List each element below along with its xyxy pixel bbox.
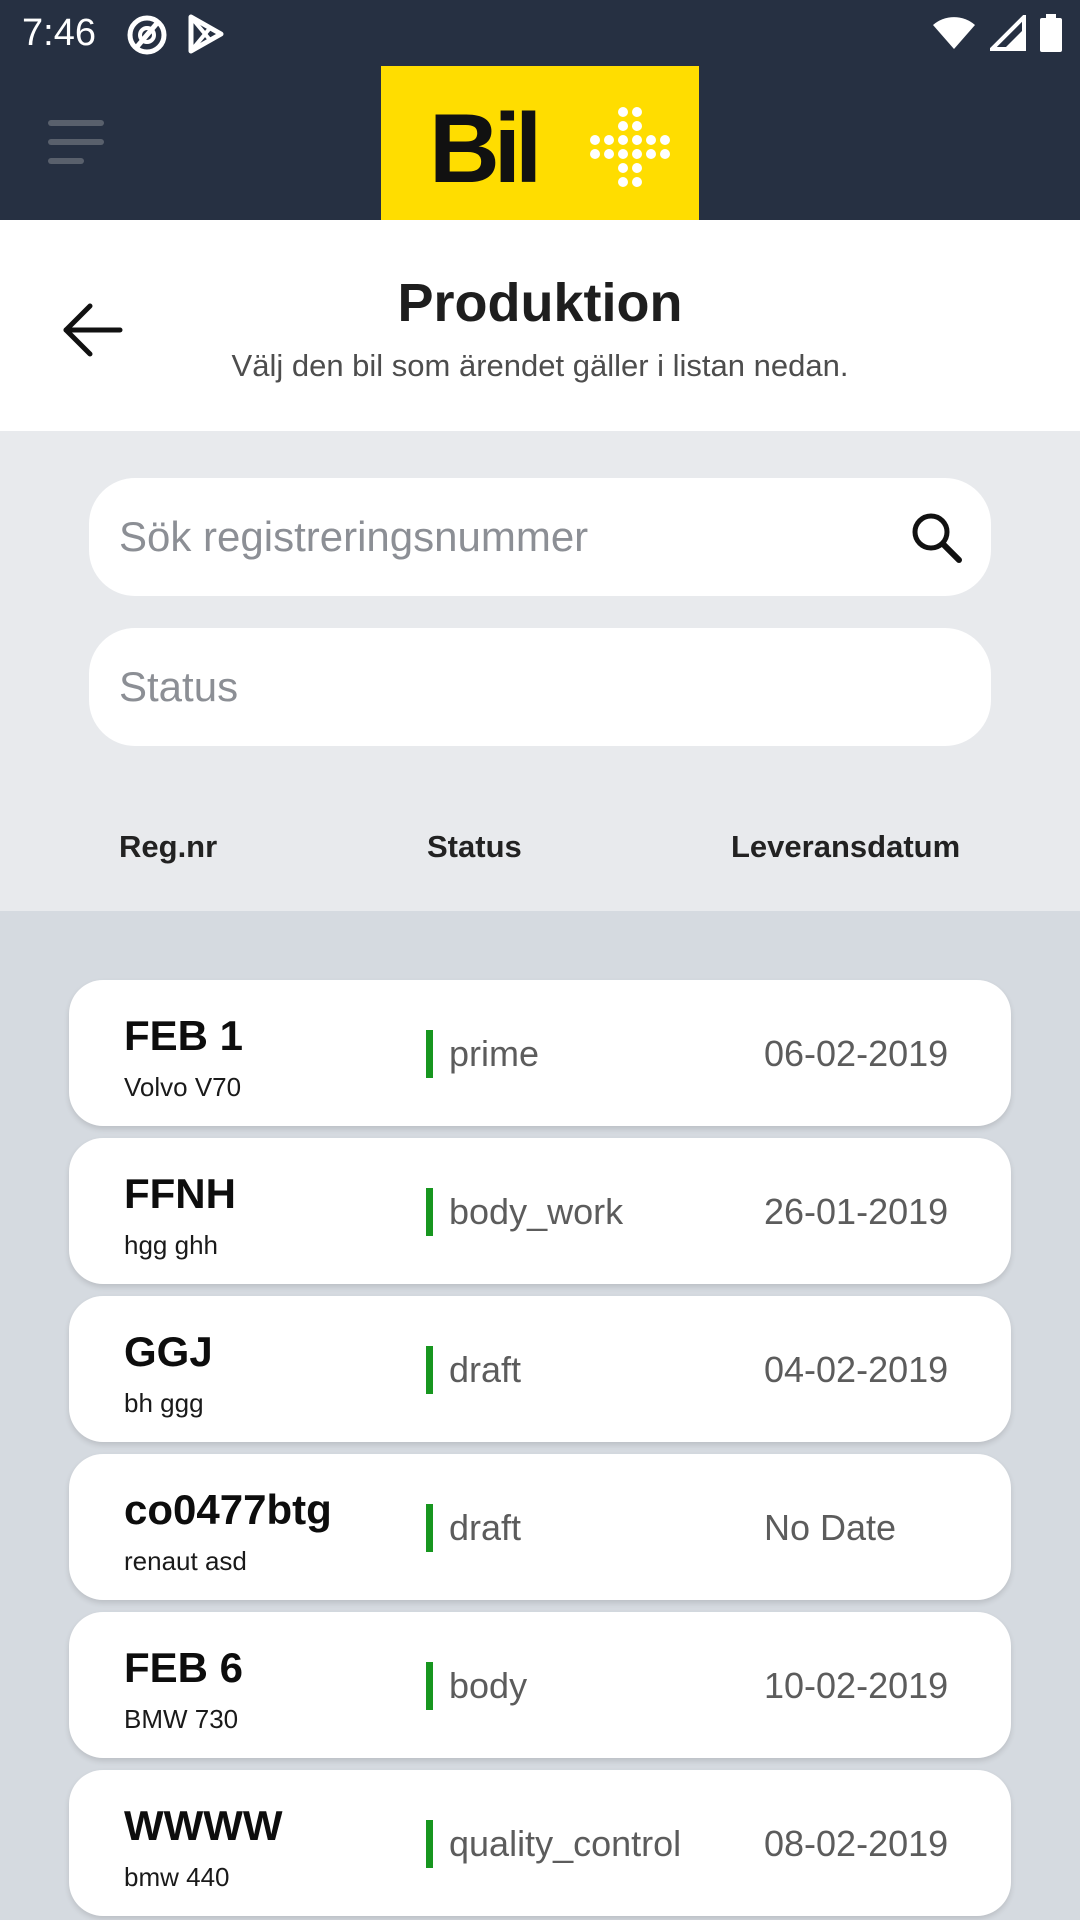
filter-panel: Reg.nr Status Leveransdatum	[0, 431, 1080, 911]
status-indicator	[426, 1662, 433, 1710]
reg-number: GGJ	[124, 1328, 213, 1375]
car-model: hgg ghh	[124, 1230, 218, 1260]
app-bar: 7:46 Bil	[0, 0, 1080, 220]
page-title: Produktion	[397, 273, 683, 333]
car-card[interactable]: co0477btg renaut asd draft No Date	[69, 1454, 1011, 1600]
search-icon[interactable]	[909, 510, 963, 564]
notification-icon	[126, 14, 168, 61]
status-field	[89, 628, 991, 746]
page-header: Produktion Välj den bil som ärendet gäll…	[0, 220, 1080, 431]
search-input[interactable]	[119, 478, 879, 596]
car-model: BMW 730	[124, 1704, 239, 1734]
car-card[interactable]: FEB 6 BMW 730 body 10-02-2019	[69, 1612, 1011, 1758]
car-status: body	[449, 1665, 528, 1706]
column-header-status[interactable]: Status	[427, 829, 522, 865]
reg-number: FEB 6	[124, 1644, 244, 1691]
car-card[interactable]: WWWW bmw 440 quality_control 08-02-2019	[69, 1770, 1011, 1916]
car-list: FEB 1 Volvo V70 prime 06-02-2019 FFNH hg…	[69, 980, 1011, 1920]
wifi-icon	[932, 15, 976, 56]
car-status: body_work	[449, 1191, 624, 1232]
logo-icon: Bil	[381, 66, 699, 220]
status-time: 7:46	[22, 12, 96, 54]
delivery-date: 04-02-2019	[764, 1349, 949, 1390]
car-model: bh ggg	[124, 1388, 204, 1418]
car-status: quality_control	[449, 1823, 682, 1864]
car-status: draft	[449, 1507, 522, 1548]
menu-icon[interactable]	[48, 120, 104, 164]
status-input[interactable]	[119, 628, 879, 746]
status-indicator	[426, 1820, 433, 1868]
status-indicator	[426, 1346, 433, 1394]
reg-number: FFNH	[124, 1170, 236, 1217]
car-status: draft	[449, 1349, 522, 1390]
battery-icon	[1040, 14, 1062, 57]
svg-text:Bil: Bil	[429, 93, 536, 203]
reg-number: co0477btg	[124, 1486, 332, 1533]
status-indicator	[426, 1030, 433, 1078]
car-model: renaut asd	[124, 1546, 247, 1576]
status-indicator	[426, 1504, 433, 1552]
car-model: Volvo V70	[124, 1072, 242, 1102]
signal-icon	[987, 12, 1026, 56]
status-indicator	[426, 1188, 433, 1236]
car-status: prime	[449, 1033, 540, 1074]
car-card[interactable]: FFNH hgg ghh body_work 26-01-2019	[69, 1138, 1011, 1284]
page-subtitle: Välj den bil som ärendet gäller i listan…	[231, 348, 849, 383]
search-field	[89, 478, 991, 596]
car-card[interactable]: GGJ bh ggg draft 04-02-2019	[69, 1296, 1011, 1442]
car-card[interactable]: FEB 1 Volvo V70 prime 06-02-2019	[69, 980, 1011, 1126]
delivery-date: 26-01-2019	[764, 1191, 949, 1232]
column-header-date[interactable]: Leveransdatum	[731, 829, 960, 865]
car-model: bmw 440	[124, 1862, 230, 1892]
delivery-date: No Date	[764, 1507, 897, 1548]
delivery-date: 06-02-2019	[764, 1033, 949, 1074]
delivery-date: 10-02-2019	[764, 1665, 949, 1706]
play-store-icon	[188, 14, 224, 59]
column-header-reg[interactable]: Reg.nr	[119, 829, 217, 865]
reg-number: FEB 1	[124, 1012, 244, 1059]
reg-number: WWWW	[124, 1802, 283, 1849]
delivery-date: 08-02-2019	[764, 1823, 949, 1864]
